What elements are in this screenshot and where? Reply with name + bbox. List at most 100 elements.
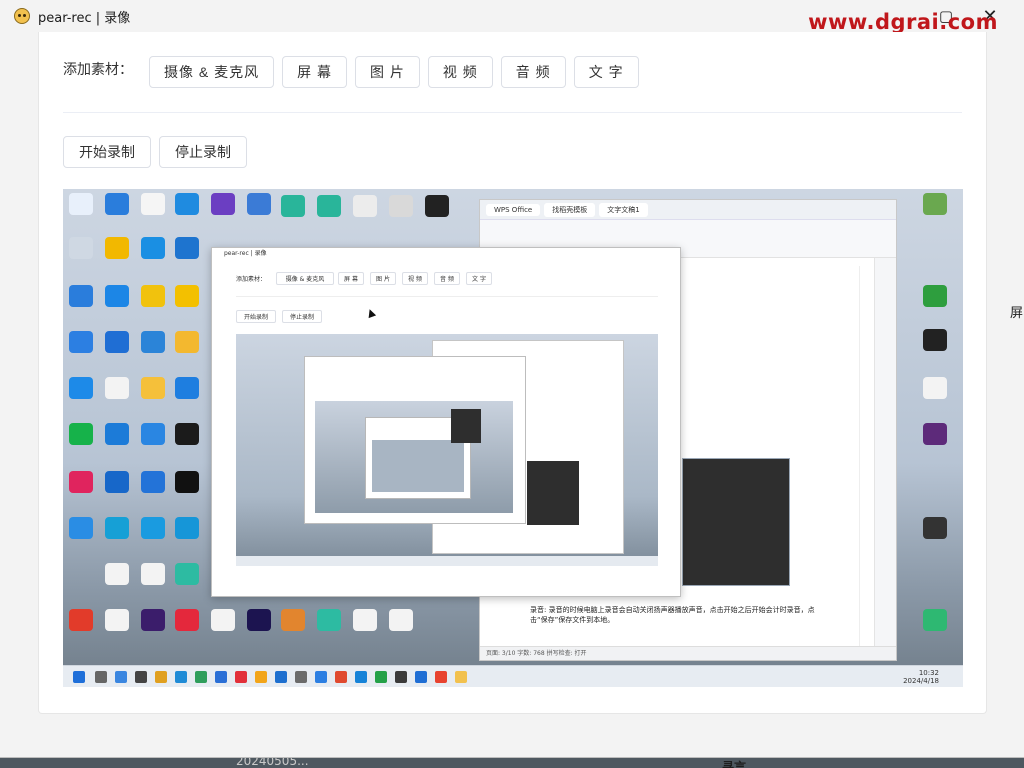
main-card: 添加素材： 摄像 & 麦克风 屏 幕 图 片 视 频 音 频 文 字 开始录制 … [38,32,987,714]
desktop-icon [69,285,93,307]
desktop-icon [353,609,377,631]
nested-stop-button: 停止录制 [282,310,322,323]
desktop-icon [141,423,165,445]
desktop-icon [105,285,129,307]
desktop-icon [69,377,93,399]
desktop-icon [105,563,129,585]
windows-start-icon [73,671,85,683]
desktop-icon [141,609,165,631]
nested-level-2-window [304,356,526,524]
app-window: pear-rec | 录像 ▢ ✕ www.dgrai.com 添加素材： 摄像… [0,0,1024,758]
clock-date: 2024/4/18 [903,677,939,685]
nested-level-2-preview [315,401,513,513]
watermark: www.dgrai.com [808,10,998,34]
materials-row: 添加素材： 摄像 & 麦克风 屏 幕 图 片 视 频 音 频 文 字 [63,56,647,88]
desktop-icon [923,423,947,445]
desktop-icon [69,517,93,539]
taskbar-clock: 10:32 2024/4/18 [903,669,939,685]
desktop-icon [105,423,129,445]
taskbar-app-icon [335,671,347,683]
clock-time: 10:32 [918,669,939,677]
materials-label: 添加素材： [63,62,133,78]
taskbar-app-icon [435,671,447,683]
taskbar-app-icon [115,671,127,683]
taskbar-app-icon [315,671,327,683]
wps-tab: 文字文稿1 [599,202,648,217]
nested-window-title: pear-rec | 录像 [224,250,267,257]
nested-taskbar [236,556,658,566]
background-side-text: 屏 [1009,306,1023,321]
pear-app-icon [455,671,467,683]
taskbar-app-icon [135,671,147,683]
record-row: 开始录制 停止录制 [63,136,255,168]
nested-materials-label: 添加素材： [236,276,267,283]
desktop-icon [353,195,377,217]
nested-text-button: 文 字 [466,272,492,285]
nested-image-button: 图 片 [370,272,396,285]
desktop-icon [69,193,93,215]
taskbar: 10:32 2024/4/18 [63,665,963,687]
nested-preview [236,334,658,566]
title-bar[interactable]: pear-rec | 录像 ▢ ✕ www.dgrai.com [0,0,1024,34]
desktop-icon [923,193,947,215]
desktop-icon [141,517,165,539]
video-button[interactable]: 视 频 [427,56,493,88]
desktop-icon [69,423,93,445]
desktop-icon [105,377,129,399]
desktop-icon [247,193,271,215]
desktop-icon [175,609,199,631]
desktop-icon [281,609,305,631]
desktop-icon [141,285,165,307]
start-record-button[interactable]: 开始录制 [63,136,151,168]
desktop-icon [105,193,129,215]
desktop-icon [211,609,235,631]
desktop-icon [141,471,165,493]
desktop-icon [425,195,449,217]
taskbar-app-icon [215,671,227,683]
desktop-icon [281,195,305,217]
screen-button[interactable]: 屏 幕 [282,56,348,88]
taskbar-app-icon [255,671,267,683]
desktop-icon [105,471,129,493]
desktop-icon [175,471,199,493]
taskbar-app-icon [235,671,247,683]
stop-record-button[interactable]: 停止录制 [159,136,247,168]
wps-tab: WPS Office [486,203,541,216]
wps-tab-bar: WPS Office 找稻壳模板 文字文稿1 [480,200,896,220]
nested-audio-button: 音 频 [434,272,460,285]
search-icon [95,671,107,683]
desktop-icon [141,237,165,259]
browser-icon [175,671,187,683]
camera-mic-button[interactable]: 摄像 & 麦克风 [149,56,275,88]
desktop-icon [923,377,947,399]
desktop-icon [175,517,199,539]
desktop-icon [175,193,199,215]
wps-dark-image [682,458,790,586]
text-button[interactable]: 文 字 [573,56,639,88]
desktop-icon [923,285,947,307]
nested-camera-mic-button: 摄像 & 麦克风 [276,272,334,285]
desktop-icon [69,609,93,631]
nested-start-button: 开始录制 [236,310,276,323]
pear-app-icon [14,8,30,24]
desktop-icon [317,609,341,631]
wps-status-bar: 页面: 3/10 字数: 768 拼写检查: 打开 [480,646,896,660]
desktop-icon [69,237,93,259]
divider [63,112,962,113]
desktop-icon [175,377,199,399]
nested-video-button: 视 频 [402,272,428,285]
wps-tab: 找稻壳模板 [544,202,596,217]
desktop-icon [389,195,413,217]
audio-button[interactable]: 音 频 [500,56,566,88]
nested-app-window: pear-rec | 录像 添加素材： 摄像 & 麦克风 屏 幕 图 片 视 频… [211,247,681,597]
desktop-icon [923,329,947,351]
desktop-icon [69,471,93,493]
preview-canvas[interactable]: WPS Office 找稻壳模板 文字文稿1 录音: 录音的时候电脑上录音会自动… [63,189,963,687]
desktop-icon [175,563,199,585]
image-button[interactable]: 图 片 [355,56,420,88]
desktop-icon [317,195,341,217]
desktop-icon [175,423,199,445]
folder-icon [155,671,167,683]
wps-body-text: 录音: 录音的时候电脑上录音会自动关闭扬声器播放声音，点击开始之后开始会计时录音… [530,606,815,624]
desktop-icon [105,237,129,259]
